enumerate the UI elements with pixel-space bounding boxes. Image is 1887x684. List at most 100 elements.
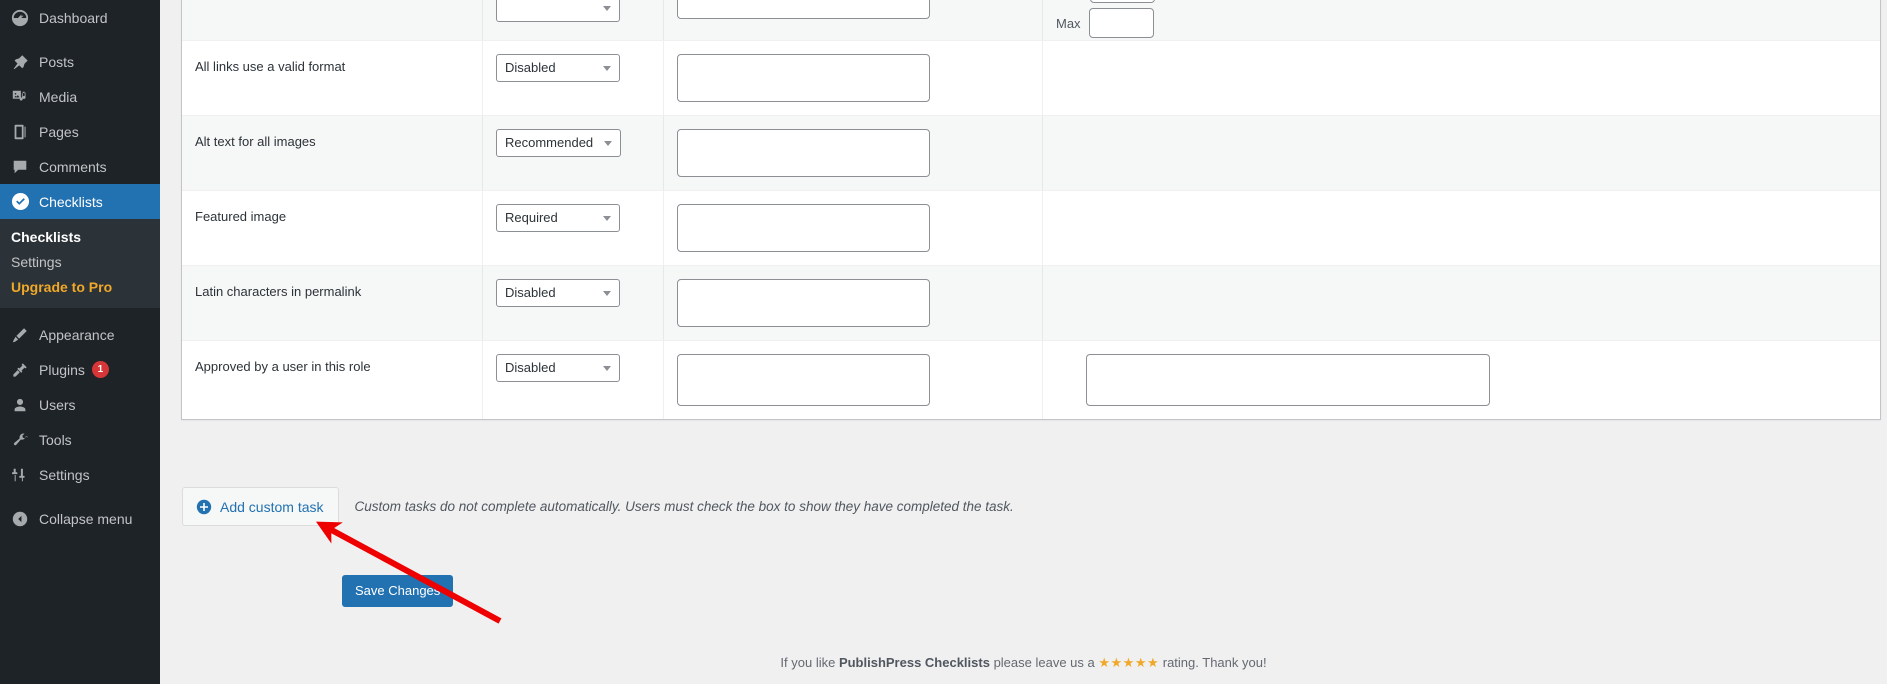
task-spare-cell [1296, 41, 1880, 115]
brush-icon [11, 326, 39, 344]
collapse-arrow-icon [11, 510, 39, 528]
sidebar-label: Plugins [39, 361, 85, 378]
plugins-update-badge: 1 [91, 361, 109, 378]
task-title-cell: Alt text for all images [182, 116, 482, 190]
checklists-submenu: Checklists Settings Upgrade to Pro [0, 219, 160, 308]
status-select-wrap: Disabled [496, 279, 620, 307]
task-status-select[interactable]: Disabled [496, 54, 620, 82]
task-status-cell: Disabled [482, 41, 663, 115]
task-title-cell: Approved by a user in this role [182, 341, 482, 419]
task-status-select[interactable] [496, 0, 620, 22]
status-select-wrap: Disabled [496, 54, 620, 82]
task-note-input[interactable] [677, 54, 930, 102]
sidebar-label: Dashboard [39, 9, 108, 26]
table-row: Approved by a user in this role Disabled [182, 340, 1880, 419]
submenu-item-settings[interactable]: Settings [0, 250, 160, 275]
max-input-wrap: Max [1056, 8, 1284, 38]
save-changes-button[interactable]: Save Changes [342, 575, 454, 607]
task-spare-cell [1296, 266, 1880, 340]
status-select-wrap: Recommended [496, 129, 621, 157]
plus-circle-icon [196, 499, 212, 515]
pages-icon [11, 123, 39, 141]
task-note-cell [663, 0, 1042, 40]
add-custom-task-button[interactable]: Add custom task [182, 487, 339, 526]
task-spare-cell [1296, 191, 1880, 265]
comments-icon [11, 158, 39, 176]
sidebar-label: Settings [39, 466, 90, 483]
dashboard-icon [11, 9, 39, 27]
sidebar-item-tools[interactable]: Tools [0, 422, 160, 457]
menu-separator [0, 308, 160, 317]
menu-separator [0, 35, 160, 44]
sidebar-item-dashboard[interactable]: Dashboard [0, 0, 160, 35]
sidebar-item-settings[interactable]: Settings [0, 457, 160, 492]
sidebar-item-plugins[interactable]: Plugins 1 [0, 352, 160, 387]
sidebar-item-checklists[interactable]: Checklists [0, 184, 160, 219]
add-custom-task-label: Add custom task [220, 498, 324, 515]
sidebar-item-comments[interactable]: Comments [0, 149, 160, 184]
sidebar-item-pages[interactable]: Pages [0, 114, 160, 149]
table-row: Alt text for all images Recommended [182, 115, 1880, 190]
max-label: Max [1056, 15, 1081, 31]
add-custom-task-hint: Custom tasks do not complete automatical… [354, 499, 1014, 514]
task-status-cell [482, 0, 663, 40]
task-note-cell [663, 41, 1042, 115]
task-spare-cell [1296, 116, 1880, 190]
sidebar-label: Checklists [39, 193, 103, 210]
task-status-select[interactable]: Required [496, 204, 620, 232]
table-row: Max [182, 0, 1880, 40]
wrench-icon [11, 431, 39, 449]
admin-sidebar: Dashboard Posts Media Pages Comments Che… [0, 0, 160, 684]
footer-middle: please leave us a [989, 655, 1099, 670]
sliders-icon [11, 466, 39, 484]
task-note-input[interactable] [677, 0, 930, 19]
task-title: Alt text for all images [195, 134, 316, 149]
media-icon [11, 88, 39, 106]
task-title: All links use a valid format [195, 59, 346, 74]
sidebar-item-media[interactable]: Media [0, 79, 160, 114]
task-status-select[interactable]: Disabled [496, 354, 620, 382]
task-note-input[interactable] [677, 354, 930, 406]
footer-prefix: If you like [780, 655, 839, 670]
sidebar-label: Pages [39, 123, 79, 140]
sidebar-item-collapse-menu[interactable]: Collapse menu [0, 501, 160, 536]
task-note-cell [663, 266, 1042, 340]
task-note-cell [663, 341, 1042, 419]
sidebar-label: Posts [39, 53, 75, 70]
star-rating-icon[interactable]: ★★★★★ [1098, 655, 1159, 670]
task-status-select[interactable]: Disabled [496, 279, 620, 307]
task-status-cell: Recommended [482, 116, 663, 190]
task-status-select[interactable]: Recommended [496, 129, 621, 157]
task-status-cell: Disabled [482, 266, 663, 340]
sidebar-label: Tools [39, 431, 72, 448]
menu-separator [0, 492, 160, 501]
status-select-wrap [496, 0, 620, 22]
task-extra-cell [1042, 266, 1296, 340]
task-max-input[interactable] [1088, 8, 1154, 38]
task-note-input[interactable] [677, 279, 930, 327]
task-extra-cell [1042, 41, 1296, 115]
task-title-cell: All links use a valid format [182, 41, 482, 115]
plug-icon [11, 361, 39, 379]
status-select-wrap: Required [496, 204, 620, 232]
task-note-input[interactable] [677, 204, 930, 252]
task-extra-cell: Max [1042, 0, 1296, 40]
task-extra-cell [1042, 191, 1296, 265]
task-title: Approved by a user in this role [195, 359, 371, 374]
main-content: Max All links use a valid format Disable… [160, 0, 1887, 684]
task-title-cell: Featured image [182, 191, 482, 265]
task-role-cell [1042, 341, 1490, 419]
task-title-cell: Latin characters in permalink [182, 266, 482, 340]
sidebar-item-posts[interactable]: Posts [0, 44, 160, 79]
footer-suffix: rating. Thank you! [1159, 655, 1267, 670]
task-spare-cell [1296, 341, 1880, 419]
task-status-cell: Disabled [482, 341, 663, 419]
sidebar-item-appearance[interactable]: Appearance [0, 317, 160, 352]
sidebar-item-users[interactable]: Users [0, 387, 160, 422]
submenu-item-upgrade-to-pro[interactable]: Upgrade to Pro [0, 275, 160, 300]
table-row: Featured image Required [182, 190, 1880, 265]
task-note-input[interactable] [677, 129, 930, 177]
submenu-item-checklists[interactable]: Checklists [0, 225, 160, 250]
task-min-input[interactable] [1090, 0, 1155, 3]
status-select-wrap: Disabled [496, 354, 620, 382]
